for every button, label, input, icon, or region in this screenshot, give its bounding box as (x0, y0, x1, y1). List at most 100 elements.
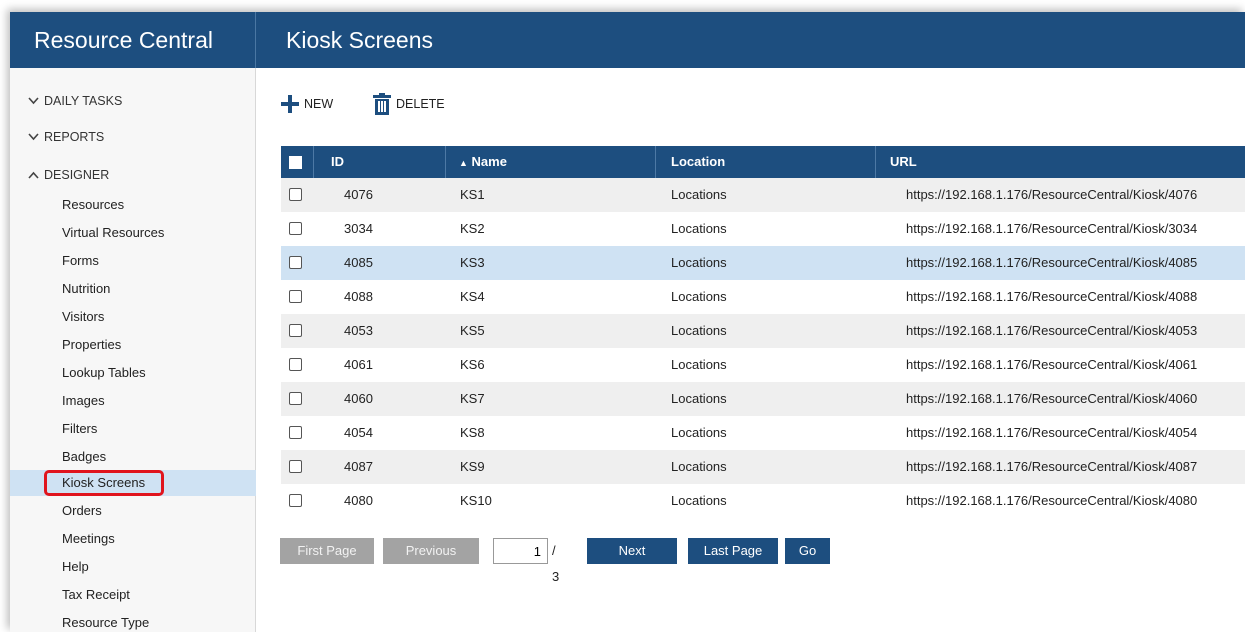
sidebar-item-forms[interactable]: Forms (10, 248, 256, 274)
cell-id: 4060 (344, 391, 373, 406)
sidebar-item-virtual-resources[interactable]: Virtual Resources (10, 220, 256, 246)
table-row[interactable]: 4088 KS4 Locations https://192.168.1.176/Re… (281, 280, 1245, 314)
sidebar-item-label: Forms (62, 253, 99, 268)
app-window: Resource Central Kiosk Screens DAILY TAS… (10, 12, 1245, 632)
kiosk-screens-table: ID ▲ Name Location URL 4076 KS1 Locations h… (281, 146, 1245, 518)
cell-url[interactable]: https://192.168.1.176/ResourceCentral/Ki… (906, 450, 1197, 484)
sidebar-section-reports[interactable]: REPORTS (28, 130, 104, 144)
section-label: REPORTS (44, 130, 105, 144)
last-page-button[interactable]: Last Page (688, 538, 778, 564)
highlight-box (44, 470, 164, 496)
sidebar-item-images[interactable]: Images (10, 388, 256, 414)
sidebar-item-label: Badges (62, 449, 107, 464)
cell-name: KS3 (460, 255, 485, 270)
sidebar-item-label: Tax Receipt (62, 587, 130, 602)
column-header-name[interactable]: ▲ Name (459, 146, 507, 178)
row-checkbox[interactable] (289, 392, 302, 405)
first-page-button[interactable]: First Page (280, 538, 374, 564)
sidebar-item-nutrition[interactable]: Nutrition (10, 276, 256, 302)
table-row[interactable]: 3034 KS2 Locations https://192.168.1.176/Re… (281, 212, 1245, 246)
page-total: / 3 (552, 543, 560, 584)
cell-id: 4085 (344, 255, 373, 270)
sidebar-item-help[interactable]: Help (10, 554, 256, 580)
sidebar-item-meetings[interactable]: Meetings (10, 526, 256, 552)
table-row[interactable]: 4076 KS1 Locations https://192.168.1.176/Re… (281, 178, 1245, 212)
cell-url[interactable]: https://192.168.1.176/ResourceCentral/Ki… (906, 348, 1197, 382)
cell-url[interactable]: https://192.168.1.176/ResourceCentral/Ki… (906, 416, 1197, 450)
row-checkbox[interactable] (289, 426, 302, 439)
previous-page-button[interactable]: Previous (383, 538, 479, 564)
sidebar-item-kiosk-screens[interactable]: Kiosk Screens (10, 470, 256, 496)
table-row[interactable]: 4080 KS10 Locations https://192.168.1.176/R… (281, 484, 1245, 518)
sidebar-item-badges[interactable]: Badges (10, 444, 256, 470)
sidebar-item-label: Visitors (62, 309, 105, 324)
sidebar-item-resource-type[interactable]: Resource Type (10, 610, 256, 632)
table-row[interactable]: 4085 KS3 Locations https://192.168.1.176/Re… (281, 246, 1245, 280)
row-checkbox[interactable] (289, 188, 302, 201)
cell-name: KS7 (460, 391, 485, 406)
table-row[interactable]: 4054 KS8 Locations https://192.168.1.176/Re… (281, 416, 1245, 450)
trash-icon (373, 93, 391, 115)
sidebar-item-filters[interactable]: Filters (10, 416, 256, 442)
cell-url[interactable]: https://192.168.1.176/ResourceCentral/Ki… (906, 178, 1197, 212)
cell-id: 4053 (344, 323, 373, 338)
cell-location: Locations (671, 221, 727, 236)
sidebar-item-orders[interactable]: Orders (10, 498, 256, 524)
row-checkbox[interactable] (289, 290, 302, 303)
section-label: DAILY TASKS (44, 94, 123, 108)
cell-id: 4080 (344, 493, 373, 508)
cell-name: KS1 (460, 187, 485, 202)
sidebar-item-tax-receipt[interactable]: Tax Receipt (10, 582, 256, 608)
column-header-location[interactable]: Location (671, 146, 725, 178)
cell-url[interactable]: https://192.168.1.176/ResourceCentral/Ki… (906, 280, 1197, 314)
table-body: 4076 KS1 Locations https://192.168.1.176/Re… (281, 178, 1245, 518)
column-header-url[interactable]: URL (890, 146, 917, 178)
table-row[interactable]: 4087 KS9 Locations https://192.168.1.176/Re… (281, 450, 1245, 484)
go-button[interactable]: Go (785, 538, 830, 564)
cell-location: Locations (671, 255, 727, 270)
cell-url[interactable]: https://192.168.1.176/ResourceCentral/Ki… (906, 246, 1197, 280)
delete-button[interactable]: DELETE (372, 90, 445, 118)
delete-button-label: DELETE (396, 97, 445, 111)
sidebar-item-visitors[interactable]: Visitors (10, 304, 256, 330)
cell-name: KS4 (460, 289, 485, 304)
cell-name: KS2 (460, 221, 485, 236)
cell-name: KS8 (460, 425, 485, 440)
sidebar-item-resources[interactable]: Resources (10, 192, 256, 218)
chevron-up-icon (28, 170, 44, 182)
next-page-button[interactable]: Next (587, 538, 677, 564)
select-all-checkbox[interactable] (289, 156, 302, 169)
cell-url[interactable]: https://192.168.1.176/ResourceCentral/Ki… (906, 212, 1197, 246)
row-checkbox[interactable] (289, 494, 302, 507)
sidebar-item-label: Virtual Resources (62, 225, 165, 240)
row-checkbox[interactable] (289, 256, 302, 269)
sidebar-item-label: Lookup Tables (62, 365, 146, 380)
table-row[interactable]: 4061 KS6 Locations https://192.168.1.176/Re… (281, 348, 1245, 382)
cell-url[interactable]: https://192.168.1.176/ResourceCentral/Ki… (906, 314, 1197, 348)
row-checkbox[interactable] (289, 460, 302, 473)
row-checkbox[interactable] (289, 324, 302, 337)
cell-id: 4054 (344, 425, 373, 440)
table-row[interactable]: 4053 KS5 Locations https://192.168.1.176/Re… (281, 314, 1245, 348)
sidebar-item-label: Help (62, 559, 89, 574)
cell-location: Locations (671, 391, 727, 406)
sidebar-section-daily-tasks[interactable]: DAILY TASKS (28, 94, 122, 108)
row-checkbox[interactable] (289, 222, 302, 235)
row-checkbox[interactable] (289, 358, 302, 371)
column-header-id[interactable]: ID (331, 146, 344, 178)
column-header-name-label: Name (471, 154, 507, 169)
new-button[interactable]: NEW (280, 90, 333, 118)
page-number-input[interactable] (493, 538, 548, 564)
sidebar: DAILY TASKS REPORTS DESIGNER Resources V… (10, 68, 256, 632)
table-row[interactable]: 4060 KS7 Locations https://192.168.1.176/Re… (281, 382, 1245, 416)
column-divider (875, 146, 876, 178)
cell-url[interactable]: https://192.168.1.176/ResourceCentral/Ki… (906, 382, 1197, 416)
top-header: Resource Central Kiosk Screens (10, 12, 1245, 68)
sidebar-item-properties[interactable]: Properties (10, 332, 256, 358)
sidebar-item-lookup-tables[interactable]: Lookup Tables (10, 360, 256, 386)
column-divider (655, 146, 656, 178)
sidebar-section-designer[interactable]: DESIGNER (28, 168, 109, 182)
sidebar-item-label: Images (62, 393, 105, 408)
cell-url[interactable]: https://192.168.1.176/ResourceCentral/Ki… (906, 484, 1197, 518)
sidebar-item-label: Orders (62, 503, 102, 518)
